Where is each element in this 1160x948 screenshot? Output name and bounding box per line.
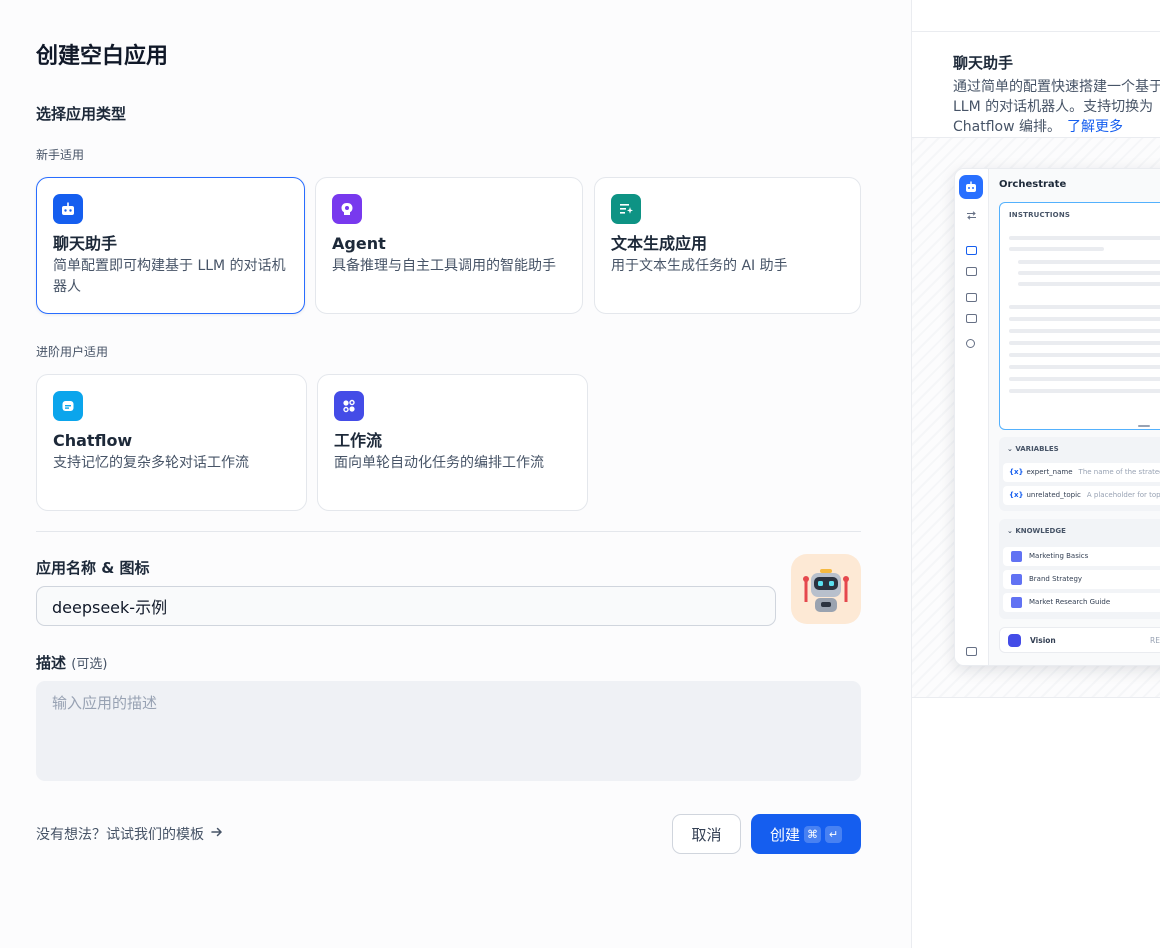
edit-icon (966, 314, 977, 323)
cancel-button[interactable]: 取消 (672, 814, 741, 854)
create-button-label: 创建 (770, 824, 800, 845)
preview-panel: 聊天助手 通过简单的配置快速搭建一个基于 LLM 的对话机器人。支持切换为 Ch… (911, 0, 1160, 948)
mock-vision: Vision RESOLUTION (999, 627, 1160, 653)
chatflow-icon (53, 391, 83, 421)
mock-variables: ⌄ VARIABLES {x}expert_nameThe name of th… (999, 437, 1160, 511)
template-link[interactable]: 没有想法？试试我们的模板 (36, 824, 224, 844)
text-line (1009, 247, 1104, 251)
description-label: 描述 (可选) (36, 652, 107, 673)
template-link-text: 没有想法？试试我们的模板 (36, 824, 204, 844)
knowledge-row: Market Research Guide (1003, 593, 1160, 612)
knowledge-row: Brand Strategy (1003, 570, 1160, 589)
resize-handle-icon (1138, 425, 1150, 427)
beginner-group-label: 新手适用 (36, 146, 84, 163)
card-desc: 用于文本生成任务的 AI 助手 (611, 256, 844, 277)
text-line (1009, 341, 1160, 345)
sidebar-toggle-icon (966, 647, 977, 656)
variable-row: {x}unrelated_topicA placeholder for topi… (1003, 486, 1160, 505)
variables-label: ⌄ VARIABLES (1007, 445, 1059, 453)
settings-icon (966, 339, 975, 348)
vision-label: Vision (1030, 636, 1056, 645)
text-line (1018, 282, 1160, 286)
preview-description-text: 通过简单的配置快速搭建一个基于 LLM 的对话机器人。支持切换为 Chatflo… (953, 79, 1160, 135)
advanced-group-label: 进阶用户适用 (36, 343, 108, 360)
text-line (1009, 305, 1160, 309)
card-title: 文本生成应用 (611, 234, 844, 254)
app-name-label: 应用名称 & 图标 (36, 557, 150, 578)
command-key-icon: ⌘ (804, 826, 821, 843)
description-textarea[interactable] (36, 681, 861, 781)
arrow-right-icon (210, 825, 224, 843)
workflow-icon (334, 391, 364, 421)
optional-tag: (可选) (71, 657, 107, 672)
knowledge-label: ⌄ KNOWLEDGE (1007, 527, 1066, 535)
preview-description: 通过简单的配置快速搭建一个基于 LLM 的对话机器人。支持切换为 Chatflo… (953, 77, 1160, 137)
app-type-card-chatbot[interactable]: 聊天助手 简单配置即可构建基于 LLM 的对话机器人 (36, 177, 305, 314)
mock-instructions: INSTRUCTIONS 2 (999, 202, 1160, 430)
mock-knowledge: ⌄ KNOWLEDGE Marketing Basics Brand Strat… (999, 519, 1160, 619)
card-desc: 支持记忆的复杂多轮对话工作流 (53, 453, 290, 474)
description-label-text: 描述 (36, 654, 66, 672)
learn-more-link[interactable]: 了解更多 (1067, 119, 1123, 135)
text-line (1009, 377, 1160, 381)
terminal-icon (966, 267, 977, 276)
instructions-label: INSTRUCTIONS (1009, 211, 1070, 219)
card-desc: 简单配置即可构建基于 LLM 的对话机器人 (53, 256, 288, 298)
chat-bot-icon (53, 194, 83, 224)
preview-illustration: Orchestrate INSTRUCTIONS 2 (912, 137, 1160, 698)
app-type-card-text-generation[interactable]: 文本生成应用 用于文本生成任务的 AI 助手 (594, 177, 861, 314)
swap-icon (966, 205, 977, 214)
text-line (1009, 317, 1160, 321)
card-title: Agent (332, 234, 566, 254)
app-type-card-chatflow[interactable]: Chatflow 支持记忆的复杂多轮对话工作流 (36, 374, 307, 511)
vision-resolution: RESOLUTION (1150, 636, 1160, 645)
mock-header: Orchestrate (999, 179, 1066, 190)
layout-icon (966, 246, 977, 255)
card-title: Chatflow (53, 431, 290, 451)
card-desc: 具备推理与自主工具调用的智能助手 (332, 256, 566, 277)
text-line (1009, 389, 1160, 393)
create-button[interactable]: 创建 ⌘ ↵ (751, 814, 861, 854)
card-desc: 面向单轮自动化任务的编排工作流 (334, 453, 571, 474)
text-sparkle-icon (611, 194, 641, 224)
card-title: 聊天助手 (53, 234, 288, 254)
card-title: 工作流 (334, 431, 571, 451)
enter-key-icon: ↵ (825, 826, 842, 843)
text-line (1009, 236, 1160, 240)
text-line (1009, 353, 1160, 357)
app-type-card-workflow[interactable]: 工作流 面向单轮自动化任务的编排工作流 (317, 374, 588, 511)
orchestrate-mockup: Orchestrate INSTRUCTIONS 2 (954, 168, 1160, 666)
app-type-card-agent[interactable]: Agent 具备推理与自主工具调用的智能助手 (315, 177, 583, 314)
text-line (1009, 329, 1160, 333)
variable-row: {x}expert_nameThe name of the strategist (1003, 463, 1160, 482)
robot-avatar-icon[interactable] (791, 554, 861, 624)
knowledge-row: Marketing Basics (1003, 547, 1160, 566)
mock-sidebar (955, 169, 989, 665)
section-divider (36, 531, 861, 532)
document-icon (966, 293, 977, 302)
text-line (1018, 260, 1160, 264)
preview-title: 聊天助手 (953, 52, 1013, 73)
robot-logo-icon (959, 175, 983, 199)
create-app-panel: 创建空白应用 选择应用类型 新手适用 聊天助手 简单配置即可构建基于 LLM 的… (0, 0, 911, 948)
app-type-section-title: 选择应用类型 (36, 103, 126, 124)
app-name-input[interactable] (36, 586, 776, 626)
page-title: 创建空白应用 (36, 38, 168, 70)
text-line (1009, 365, 1160, 369)
text-line (1018, 271, 1160, 275)
agent-brain-icon (332, 194, 362, 224)
preview-divider (912, 31, 1160, 32)
